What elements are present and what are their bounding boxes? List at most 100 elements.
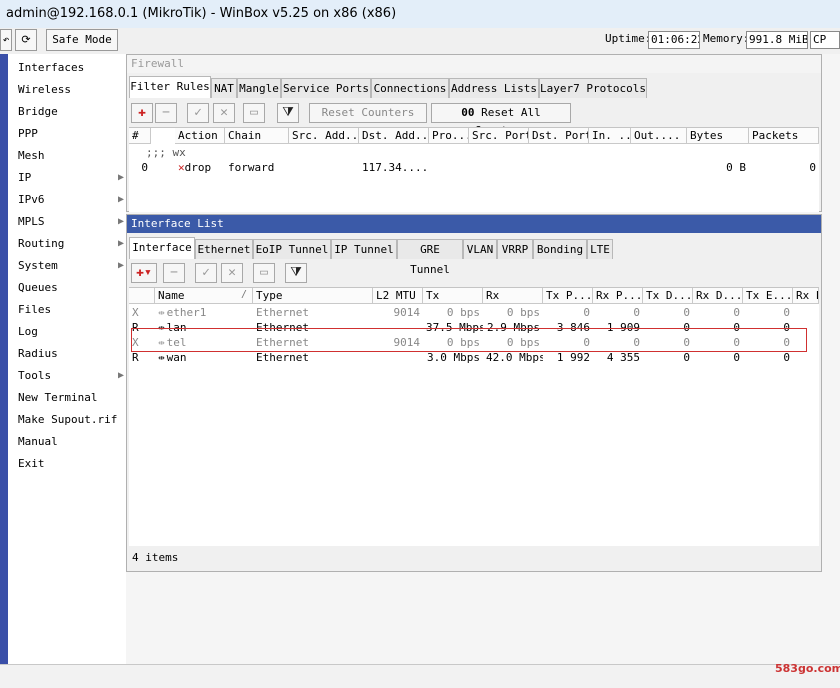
column-header[interactable]: Tx E... bbox=[743, 288, 793, 304]
column-header[interactable]: Type bbox=[253, 288, 373, 304]
sidebar-item-label: Wireless bbox=[18, 83, 71, 96]
sidebar-item-label: Manual bbox=[18, 435, 58, 448]
sidebar-item-bridge[interactable]: Bridge bbox=[18, 102, 126, 122]
tab-nat[interactable]: NAT bbox=[211, 78, 237, 98]
disable-icon[interactable]: ✕ bbox=[221, 263, 243, 283]
comment-icon[interactable]: ▭ bbox=[253, 263, 275, 283]
column-header[interactable]: Dst. Port bbox=[529, 128, 589, 144]
tab-ip-tunnel[interactable]: IP Tunnel bbox=[331, 239, 397, 259]
sidebar-item-ip[interactable]: IP ▶ bbox=[18, 168, 126, 188]
reset-counters-button[interactable]: Reset Counters bbox=[309, 103, 427, 123]
sidebar-item-files[interactable]: Files bbox=[18, 300, 126, 320]
interface-tx-errors: 0 bbox=[783, 306, 790, 319]
filter-icon[interactable]: ⧩ bbox=[277, 103, 299, 123]
ethernet-icon: ⇹ bbox=[158, 306, 165, 319]
sidebar-item-routing[interactable]: Routing ▶ bbox=[18, 234, 126, 254]
sidebar-item-label: PPP bbox=[18, 127, 38, 140]
table-row[interactable]: 0 forward 117.34.... 0 B 0 ✕drop bbox=[129, 160, 819, 175]
reset-all-counters-button[interactable]: 00 Reset All Counters bbox=[431, 103, 571, 137]
tab-layer7-protocols[interactable]: Layer7 Protocols bbox=[539, 78, 647, 98]
tab-vlan[interactable]: VLAN bbox=[463, 239, 497, 259]
column-header[interactable]: Out.... bbox=[631, 128, 687, 144]
tab-connections[interactable]: Connections bbox=[371, 78, 449, 98]
add-interface-icon[interactable]: ✚▾ bbox=[131, 263, 157, 283]
sidebar-item-ipv6[interactable]: IPv6 ▶ bbox=[18, 190, 126, 210]
column-header[interactable]: Action bbox=[175, 128, 225, 144]
column-header[interactable]: Src. Port bbox=[469, 128, 529, 144]
column-header[interactable]: L2 MTU bbox=[373, 288, 423, 304]
column-header[interactable]: Pro... bbox=[429, 128, 469, 144]
sort-indicator-icon: / bbox=[241, 289, 248, 300]
sidebar-accent-strip bbox=[0, 54, 8, 664]
sidebar-item-label: IP bbox=[18, 171, 32, 184]
disable-icon[interactable]: ✕ bbox=[213, 103, 235, 123]
sidebar-item-queues[interactable]: Queues bbox=[18, 278, 126, 298]
redo-icon[interactable]: ⟳ bbox=[15, 29, 37, 51]
sidebar-item-tools[interactable]: Tools ▶ bbox=[18, 366, 126, 386]
column-header[interactable]: Src. Add... bbox=[289, 128, 359, 144]
tab-ethernet[interactable]: Ethernet bbox=[195, 239, 253, 259]
column-header[interactable]: Bytes bbox=[687, 128, 749, 144]
highlight-box bbox=[131, 328, 807, 352]
cpu-label: CP bbox=[810, 31, 840, 49]
interface-rx: 0 bps bbox=[506, 306, 540, 319]
column-header[interactable]: # bbox=[129, 128, 151, 144]
enable-icon[interactable]: ✓ bbox=[195, 263, 217, 283]
remove-icon[interactable]: − bbox=[163, 263, 185, 283]
sidebar-item-mpls[interactable]: MPLS ▶ bbox=[18, 212, 126, 232]
rule-number: 0 bbox=[141, 161, 148, 174]
rule-chain: forward bbox=[228, 161, 275, 174]
rule-packets: 0 bbox=[809, 161, 816, 174]
column-header[interactable]: Name bbox=[155, 288, 253, 304]
tab-vrrp[interactable]: VRRP bbox=[497, 239, 533, 259]
safe-mode-button[interactable]: Safe Mode bbox=[46, 29, 118, 51]
interface-mtu bbox=[373, 350, 423, 365]
table-row[interactable]: X ⇹ ether1 Ethernet 9014 0 bps 0 bps 0 0 0 0 0 bbox=[129, 305, 819, 320]
sidebar-item-radius[interactable]: Radius bbox=[18, 344, 126, 364]
table-row[interactable]: R ⇹ wan Ethernet 3.0 Mbps 42.0 Mbps 1 992 4 355… bbox=[129, 350, 819, 365]
tab-address-lists[interactable]: Address Lists bbox=[449, 78, 539, 98]
column-header[interactable]: Rx P... bbox=[593, 288, 643, 304]
sidebar-item-system[interactable]: System ▶ bbox=[18, 256, 126, 276]
column-header[interactable]: Chain bbox=[225, 128, 289, 144]
rule-bytes: 0 B bbox=[726, 161, 746, 174]
column-header[interactable]: Dst. Add... bbox=[359, 128, 429, 144]
remove-icon[interactable]: − bbox=[155, 103, 177, 123]
enable-icon[interactable]: ✓ bbox=[187, 103, 209, 123]
tab-filter-rules[interactable]: Filter Rules bbox=[129, 76, 211, 98]
undo-icon[interactable]: ↶ bbox=[0, 29, 12, 51]
column-header[interactable]: Packets bbox=[749, 128, 819, 144]
column-header[interactable]: Rx bbox=[483, 288, 543, 304]
tab-gre-tunnel[interactable]: GRE Tunnel bbox=[397, 239, 463, 276]
sidebar-item-interfaces[interactable]: Interfaces bbox=[18, 58, 126, 78]
sidebar-item-ppp[interactable]: PPP bbox=[18, 124, 126, 144]
sidebar-item-log[interactable]: Log bbox=[18, 322, 126, 342]
column-header[interactable]: Tx P... bbox=[543, 288, 593, 304]
tab-mangle[interactable]: Mangle bbox=[237, 78, 281, 98]
column-header[interactable]: Rx E bbox=[793, 288, 819, 304]
interface-rx-drops: 0 bbox=[733, 351, 740, 364]
sidebar-item-new-terminal[interactable]: New Terminal bbox=[18, 388, 126, 408]
sidebar-item-make-supout-rif[interactable]: Make Supout.rif bbox=[18, 410, 126, 430]
sidebar-item-wireless[interactable]: Wireless bbox=[18, 80, 126, 100]
column-header[interactable] bbox=[129, 288, 155, 304]
column-header[interactable]: Rx D... bbox=[693, 288, 743, 304]
interface-list-window: Interface List Interface Ethernet EoIP Tun… bbox=[126, 214, 822, 572]
tab-service-ports[interactable]: Service Ports bbox=[281, 78, 371, 98]
tab-eoip-tunnel[interactable]: EoIP Tunnel bbox=[253, 239, 331, 259]
sidebar-item-label: Bridge bbox=[18, 105, 58, 118]
sidebar-item-exit[interactable]: Exit bbox=[18, 454, 126, 474]
sidebar-item-mesh[interactable]: Mesh bbox=[18, 146, 126, 166]
column-header[interactable]: Tx bbox=[423, 288, 483, 304]
add-icon[interactable]: ✚ bbox=[131, 103, 153, 123]
watermark: 583go.com bbox=[775, 662, 840, 675]
interface-type: Ethernet bbox=[256, 351, 309, 364]
tab-bonding[interactable]: Bonding bbox=[533, 239, 587, 259]
comment-icon[interactable]: ▭ bbox=[243, 103, 265, 123]
tab-interface[interactable]: Interface bbox=[129, 237, 195, 259]
filter-icon[interactable]: ⧩ bbox=[285, 263, 307, 283]
column-header[interactable]: In. ... bbox=[589, 128, 631, 144]
tab-lte[interactable]: LTE bbox=[587, 239, 613, 259]
column-header[interactable]: Tx D... bbox=[643, 288, 693, 304]
sidebar-item-manual[interactable]: Manual bbox=[18, 432, 126, 452]
